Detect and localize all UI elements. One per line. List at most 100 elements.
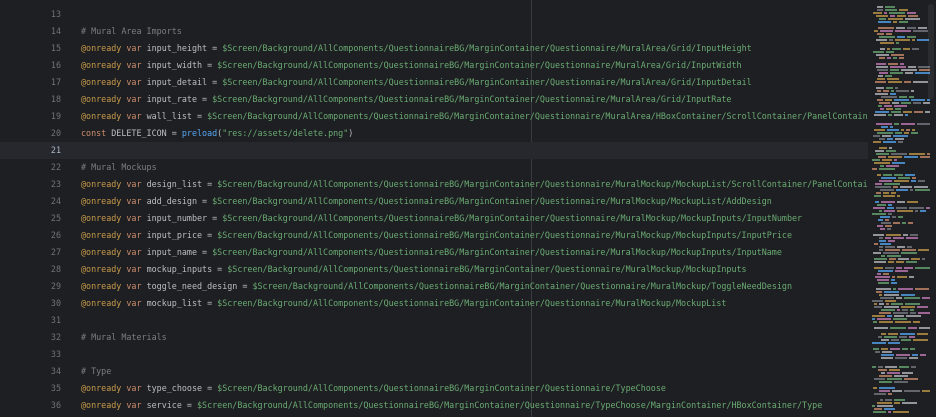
minimap-mark [872, 159, 880, 161]
token-anno: @onready [81, 60, 122, 70]
minimap-mark [904, 390, 920, 392]
code-line[interactable]: 19 @onready var wall_list = $Screen/Backg… [0, 108, 908, 125]
minimap-mark [901, 252, 917, 254]
minimap-mark [877, 402, 892, 404]
minimap-mark [883, 195, 895, 197]
minimap-mark [873, 135, 880, 137]
token-id: input_detail = [141, 77, 223, 87]
minimap-mark [884, 408, 895, 410]
minimap[interactable] [868, 0, 936, 417]
code-line[interactable]: 30 @onready var mockup_list = $Screen/Bac… [0, 295, 868, 312]
code-line[interactable]: 24 @onready var add_design = $Screen/Back… [0, 193, 868, 210]
code-line[interactable]: 17 @onready var input_detail = $Screen/Ba… [0, 74, 868, 91]
minimap-mark [889, 258, 896, 260]
line-text: @onready var mockup_list = $Screen/Backg… [81, 295, 726, 312]
minimap-mark [880, 42, 894, 44]
code-line[interactable]: 14 # Mural Area Imports [0, 23, 868, 40]
token-kw: var [126, 111, 142, 121]
minimap-mark [884, 12, 887, 14]
minimap-mark [909, 357, 918, 359]
token-id: input_name = [141, 247, 213, 257]
minimap-mark [897, 246, 905, 248]
minimap-mark [897, 276, 907, 278]
minimap-mark [888, 156, 902, 158]
minimap-mark [896, 354, 910, 356]
code-line[interactable]: 13 [0, 6, 868, 23]
code-area[interactable]: 13 14 # Mural Area Imports 15 @onready var i… [0, 6, 908, 414]
minimap-mark [887, 255, 901, 257]
minimap-mark [877, 33, 884, 35]
minimap-mark [879, 138, 885, 140]
minimap-mark [883, 273, 889, 275]
code-line[interactable]: 34 # Type [0, 363, 868, 380]
minimap-mark [884, 183, 900, 185]
token-anno: @onready [81, 247, 122, 257]
minimap-mark [893, 312, 908, 314]
code-line[interactable]: 22 # Mural Mockups [0, 159, 868, 176]
minimap-mark [890, 66, 906, 68]
minimap-mark [885, 9, 897, 11]
minimap-mark [893, 186, 898, 188]
minimap-mark [879, 36, 895, 38]
minimap-mark [896, 207, 907, 209]
minimap-mark [881, 309, 895, 311]
minimap-mark [874, 378, 885, 380]
minimap-mark [877, 405, 893, 407]
code-editor[interactable]: 13 14 # Mural Area Imports 15 @onready var i… [0, 0, 936, 417]
minimap-mark [881, 357, 893, 359]
minimap-mark [886, 150, 896, 152]
code-line[interactable]: 26 @onready var input_price = $Screen/Bac… [0, 227, 868, 244]
minimap-mark [922, 258, 925, 260]
code-line[interactable]: 28 @onready var mockup_inputs = $Screen/B… [0, 261, 868, 278]
code-line[interactable]: 32 # Mural Materials [0, 329, 868, 346]
minimap-mark [891, 282, 897, 284]
line-number: 25 [50, 213, 61, 223]
code-line[interactable]: 33 [0, 346, 868, 363]
token-id: mockup_inputs = [141, 264, 228, 274]
minimap-mark [919, 327, 930, 329]
minimap-mark [909, 336, 915, 338]
code-line[interactable]: 18 @onready var input_rate = $Screen/Back… [0, 91, 868, 108]
minimap-mark [877, 69, 888, 71]
code-line[interactable]: 20 const DELETE_ICON = preload("res://ass… [0, 125, 868, 142]
code-line[interactable]: 16 @onready var input_width = $Screen/Bac… [0, 57, 868, 74]
minimap-mark [874, 129, 885, 131]
code-line[interactable]: 31 [0, 312, 868, 329]
minimap-mark [879, 72, 888, 74]
code-line[interactable]: 29 @onready var toggle_need_design = $Scr… [0, 278, 868, 295]
line-text: @onready var input_price = $Screen/Backg… [81, 227, 792, 244]
minimap-mark [878, 105, 882, 107]
code-line[interactable]: 27 @onready var input_name = $Screen/Back… [0, 244, 868, 261]
minimap-mark [914, 186, 928, 188]
token-anno: @onready [81, 298, 122, 308]
minimap-mark [888, 342, 900, 344]
minimap-mark [880, 189, 894, 191]
minimap-mark [888, 63, 898, 65]
minimap-mark [905, 114, 908, 116]
minimap-mark [885, 75, 892, 77]
code-line[interactable]: 25 @onready var input_number = $Screen/Ba… [0, 210, 868, 227]
line-text: @onready var input_detail = $Screen/Back… [81, 74, 752, 91]
code-line[interactable]: 21 [0, 142, 868, 159]
code-line[interactable]: 15 @onready var input_height = $Screen/Ba… [0, 40, 868, 57]
minimap-mark [895, 270, 908, 272]
line-text: @onready var wall_list = $Screen/Backgro… [81, 108, 908, 125]
minimap-mark [885, 399, 892, 401]
code-line[interactable]: 35 @onready var type_choose = $Screen/Bac… [0, 380, 868, 397]
minimap-mark [913, 81, 928, 83]
minimap-viewport-thumb[interactable] [928, 4, 934, 100]
token-op: ) [348, 128, 354, 138]
minimap-mark [883, 141, 896, 143]
minimap-mark [918, 27, 927, 29]
code-line[interactable]: 36 @onready var service = $Screen/Backgro… [0, 397, 868, 414]
minimap-mark [891, 303, 903, 305]
minimap-mark [901, 339, 911, 341]
minimap-mark [875, 81, 886, 83]
minimap-mark [888, 114, 892, 116]
minimap-mark [880, 243, 891, 245]
minimap-mark [872, 342, 886, 344]
token-id: add_design = [141, 196, 213, 206]
minimap-mark [876, 54, 889, 56]
minimap-mark [913, 102, 921, 104]
code-line[interactable]: 23 @onready var design_list = $Screen/Bac… [0, 176, 908, 193]
